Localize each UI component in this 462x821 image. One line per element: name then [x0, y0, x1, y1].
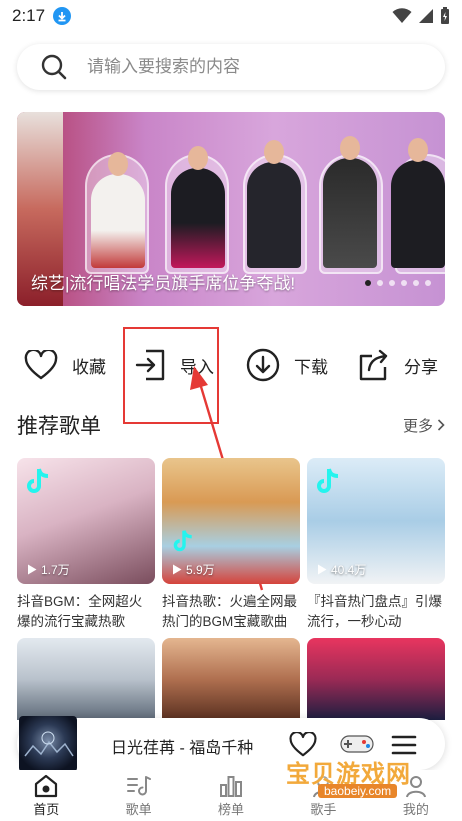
chart-icon [220, 776, 243, 797]
tiktok-logo-icon [173, 530, 192, 552]
play-count-value: 5.9万 [186, 563, 215, 577]
playlist-card[interactable]: 1.7万 抖音BGM：全网超火爆的流行宝藏热歌 [17, 458, 155, 632]
playlist-cover: 1.7万 [17, 458, 155, 584]
tab-label: 首页 [33, 802, 60, 817]
tiktok-logo-icon [27, 468, 49, 493]
now-playing-title: 日光荏苒 - 福岛千种 [111, 740, 254, 757]
playlist-card[interactable]: 5.9万 抖音热歌：火遍全网最热门的BGM宝藏歌曲 [162, 458, 300, 632]
tab-charts[interactable]: 榜单 [185, 770, 277, 821]
tab-label: 榜单 [218, 802, 245, 817]
tab-playlists[interactable]: 歌单 [92, 770, 184, 821]
chevron-right-icon [437, 419, 445, 431]
playlist-cover: 5.9万 [162, 458, 300, 584]
album-art [19, 716, 77, 772]
play-icon [173, 564, 182, 575]
play-icon [28, 564, 37, 575]
music-note-icon [126, 776, 151, 796]
playlist-card[interactable]: 40.4万 『抖音热门盘点』引爆流行，一秒心动 [307, 458, 445, 632]
tiktok-logo-icon [317, 468, 339, 493]
play-count-value: 1.7万 [41, 563, 70, 577]
playlist-cover[interactable] [17, 638, 155, 720]
tab-label: 歌单 [125, 802, 152, 817]
home-icon [35, 774, 58, 798]
section-title: 推荐歌单 [17, 415, 101, 438]
play-count: 5.9万 [172, 561, 215, 578]
playlist-title: 抖音BGM：全网超火爆的流行宝藏热歌 [17, 594, 143, 629]
play-count: 40.4万 [317, 561, 366, 578]
playlist-cover: 40.4万 [307, 458, 445, 584]
playlist-cover[interactable] [307, 638, 445, 720]
play-count: 1.7万 [27, 561, 70, 578]
more-label: 更多 [402, 417, 433, 435]
play-icon [318, 564, 327, 575]
more-link[interactable]: 更多 [403, 415, 445, 436]
recommended-playlists-header: 推荐歌单 更多 [17, 410, 445, 440]
playlist-cover[interactable] [162, 638, 300, 720]
play-count-value: 40.4万 [331, 563, 367, 577]
watermark-logo: 宝贝游戏网 baobeiy.com [284, 748, 434, 804]
tab-home[interactable]: 首页 [0, 770, 92, 821]
playlist-title: 抖音热歌：火遍全网最热门的BGM宝藏歌曲 [162, 594, 297, 629]
watermark-url: baobeiy.com [318, 784, 398, 798]
playlist-title: 『抖音热门盘点』引爆流行，一秒心动 [307, 594, 442, 629]
